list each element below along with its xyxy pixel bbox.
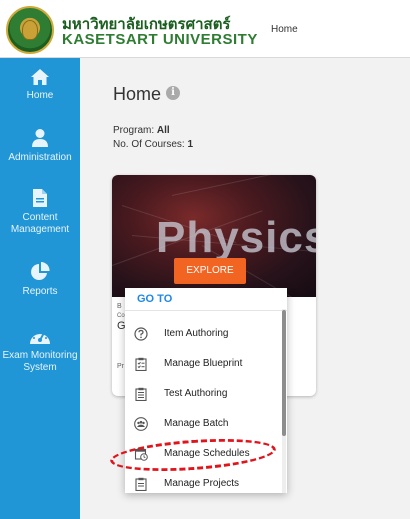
clipboard-check-icon xyxy=(135,357,147,371)
sidebar-item-reports[interactable]: Reports xyxy=(0,262,80,298)
courses-label: No. Of Courses: xyxy=(113,139,185,150)
sidebar-item-label: Administration xyxy=(8,152,72,163)
document-icon xyxy=(33,189,47,207)
sidebar-item-administration[interactable]: Administration xyxy=(0,128,80,164)
course-count-summary: No. Of Courses: 1 xyxy=(113,139,193,150)
menu-item-item-authoring[interactable]: Item Authoring xyxy=(125,319,281,349)
card-partial-text: Pr xyxy=(117,363,124,370)
explore-button[interactable]: EXPLORE xyxy=(174,258,246,284)
card-partial-text: Co xyxy=(117,313,125,319)
program-value: All xyxy=(156,125,170,136)
breadcrumb-home[interactable]: Home xyxy=(271,24,298,35)
menu-item-manage-batch[interactable]: Manage Batch xyxy=(125,409,281,439)
university-name-english: KASETSART UNIVERSITY xyxy=(62,31,258,48)
clipboard-list-icon xyxy=(135,387,147,401)
sidebar-item-label: Content Management xyxy=(10,212,70,235)
page-title: Home xyxy=(113,84,162,104)
dashboard-gauge-icon xyxy=(30,332,50,344)
home-icon xyxy=(31,69,49,85)
sidebar-item-home[interactable]: Home xyxy=(0,68,80,102)
menu-item-label: Manage Batch xyxy=(164,418,229,429)
card-partial-text: B xyxy=(117,303,122,310)
menu-item-label: Item Authoring xyxy=(164,328,229,339)
course-image-title: Physics xyxy=(156,213,316,262)
menu-item-manage-blueprint[interactable]: Manage Blueprint xyxy=(125,349,281,379)
pie-chart-icon xyxy=(31,262,50,280)
sidebar-item-label: Reports xyxy=(22,286,58,297)
question-circle-icon xyxy=(134,327,148,341)
program-label: Program: xyxy=(113,125,155,136)
goto-menu-title: GO TO xyxy=(137,293,173,305)
menu-divider xyxy=(125,310,287,311)
app-header: มหาวิทยาลัยเกษตรศาสตร์ KASETSART UNIVERS… xyxy=(0,0,410,58)
clipboard-icon xyxy=(135,477,147,491)
menu-item-manage-projects[interactable]: Manage Projects xyxy=(125,469,281,493)
courses-value: 1 xyxy=(187,139,194,150)
sidebar: Home Administration Content Management R… xyxy=(0,58,80,519)
menu-item-label: Manage Blueprint xyxy=(164,358,243,369)
group-icon xyxy=(134,417,148,431)
info-icon[interactable]: i xyxy=(166,86,180,100)
menu-item-label: Manage Projects xyxy=(164,478,240,489)
user-icon xyxy=(32,129,48,147)
program-summary: Program: All xyxy=(113,125,170,136)
sidebar-item-label: Exam Monitoring System xyxy=(2,350,78,373)
sidebar-item-content-management[interactable]: Content Management xyxy=(0,188,80,236)
menu-scrollbar-thumb[interactable] xyxy=(282,310,286,436)
university-logo[interactable] xyxy=(6,6,54,54)
menu-item-test-authoring[interactable]: Test Authoring xyxy=(125,379,281,409)
sidebar-item-label: Home xyxy=(26,90,54,101)
course-card-image: Physics EXPLORE xyxy=(112,175,316,301)
sidebar-item-exam-monitoring[interactable]: Exam Monitoring System xyxy=(0,328,80,374)
menu-item-label: Test Authoring xyxy=(164,388,228,399)
